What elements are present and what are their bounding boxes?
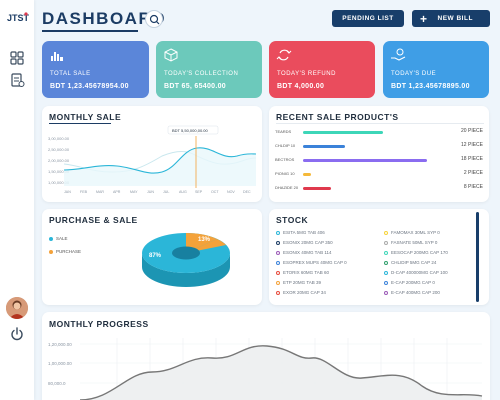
- product-qty: 8 PIECE: [463, 184, 483, 190]
- svg-text:1,00,000.00: 1,00,000.00: [48, 361, 72, 366]
- product-name: CHLDIP 10: [275, 143, 296, 148]
- purchase-sale-pie: 87% 13%: [142, 233, 230, 287]
- product-name: BECTROS: [275, 157, 295, 162]
- product-qty: 20 PIECE: [461, 128, 483, 134]
- product-bar: [303, 173, 311, 176]
- title-underline: [42, 30, 138, 32]
- stock-item: ESOPREX MUPS 40MG CAP 0: [276, 260, 347, 265]
- purchase-sale-panel: PURCHASE & SALE SALE PURCHASE 87% 13%: [42, 209, 262, 305]
- stock-item: CHLIDIP 5MG CAP 24: [384, 260, 436, 265]
- todays-collection-label: TODAY'S COLLECTION: [164, 71, 239, 77]
- svg-text:BDT 5,50,000,00.00: BDT 5,50,000,00.00: [172, 128, 209, 133]
- new-bill-label: NEW BILL: [437, 15, 473, 22]
- stock-item: EESOCAP 200MG CAP 170: [384, 250, 448, 255]
- svg-text:JUN: JUN: [147, 190, 154, 194]
- svg-text:SEP: SEP: [195, 190, 203, 194]
- recent-sale-panel: RECENT SALE PRODUCT'S TEARDS 20 PIECE CH…: [269, 106, 489, 202]
- power-icon[interactable]: [9, 326, 25, 342]
- product-qty: 2 PIECE: [463, 170, 483, 176]
- recent-sale-row: CHLDIP 10 12 PIECE: [275, 141, 483, 151]
- pending-list-button[interactable]: PENDING LIST: [332, 10, 404, 27]
- new-bill-button[interactable]: + NEW BILL: [412, 10, 490, 27]
- monthly-progress-panel: MONTHLY PROGRESS 1,20,000.00 1,00,000.00…: [42, 312, 490, 400]
- product-name: DHAZIDE 20: [275, 185, 299, 190]
- stock-title: STOCK: [276, 215, 309, 225]
- stock-item: E-CAP 200MG CAP 0: [384, 280, 435, 285]
- stock-item: ESONIX 40MG TAB 114: [276, 250, 332, 255]
- stock-item: ESONIX 20MG CAP 350: [276, 240, 333, 245]
- grid-icon[interactable]: [9, 50, 25, 66]
- todays-refund-label: TODAY'S REFUND: [277, 71, 336, 77]
- svg-text:13%: 13%: [198, 237, 211, 243]
- monthly-progress-chart: 1,20,000.00 1,00,000.00 80,000.0: [48, 338, 483, 400]
- pending-list-label: PENDING LIST: [342, 15, 394, 22]
- hand-money-icon: [391, 48, 406, 61]
- plus-icon: +: [420, 11, 428, 26]
- svg-text:MAR: MAR: [96, 190, 104, 194]
- svg-text:JUL: JUL: [163, 190, 169, 194]
- product-name: PIONIG 10: [275, 171, 295, 176]
- product-bar: [303, 187, 331, 190]
- svg-text:APR: APR: [113, 190, 121, 194]
- total-sale-card: TOTAL SALE BDT 1,23.45678954.00: [42, 41, 149, 98]
- stock-item: FAMOMAX 30ML SYP 0: [384, 230, 440, 235]
- total-sale-value: BDT 1,23.45678954.00: [50, 83, 129, 90]
- svg-text:87%: 87%: [149, 253, 162, 259]
- svg-text:DEC: DEC: [243, 190, 251, 194]
- todays-due-card: TODAY'S DUE BDT 1,23.45678895.00: [383, 41, 489, 98]
- todays-refund-value: BDT 4,000.00: [277, 83, 325, 90]
- stock-item: ETP 20MG TAB 39: [276, 280, 321, 285]
- jtst-logo[interactable]: JTST: [5, 8, 29, 28]
- stock-item: D-CAP 400000MG CAP 100: [384, 270, 448, 275]
- stock-item: ETORIX 60MG TAB 60: [276, 270, 329, 275]
- stock-item: E-CAP 400MG CAP 200: [384, 290, 440, 295]
- svg-text:80,000.0: 80,000.0: [48, 381, 66, 386]
- recent-sale-row: DHAZIDE 20 8 PIECE: [275, 183, 483, 193]
- todays-due-value: BDT 1,23.45678895.00: [391, 83, 470, 90]
- todays-collection-card: TODAY'S COLLECTION BDT 65, 65400.00: [156, 41, 262, 98]
- product-bar: [303, 145, 345, 148]
- svg-text:AUG: AUG: [179, 190, 187, 194]
- refresh-icon: [276, 49, 292, 61]
- monthly-sale-panel: MONTHLY SALE 3,00,000.00 2,50,000.00 2,0…: [42, 106, 262, 202]
- svg-text:JAN: JAN: [64, 190, 71, 194]
- recent-sale-row: PIONIG 10 2 PIECE: [275, 169, 483, 179]
- stock-item: FASNATE 50ML SYP 0: [384, 240, 437, 245]
- box-icon: [164, 48, 178, 62]
- todays-due-label: TODAY'S DUE: [391, 71, 437, 77]
- sidebar: JTST: [0, 0, 34, 400]
- stock-scrollbar[interactable]: [476, 212, 479, 302]
- receipt-icon[interactable]: [9, 72, 25, 88]
- svg-text:NOV: NOV: [227, 190, 235, 194]
- stock-item: ESITA 5MG TAB 406: [276, 230, 325, 235]
- recent-sale-title: RECENT SALE PRODUCT'S: [276, 112, 399, 122]
- product-bar: [303, 159, 427, 162]
- recent-sale-row: TEARDS 20 PIECE: [275, 127, 483, 137]
- recent-sale-divider: [276, 123, 484, 124]
- stock-item: EXOR 20MG CAP 34: [276, 290, 326, 295]
- todays-collection-value: BDT 65, 65400.00: [164, 83, 227, 90]
- svg-text:3,00,000.00: 3,00,000.00: [48, 136, 70, 141]
- product-name: TEARDS: [275, 129, 292, 134]
- stock-panel: STOCK ESITA 5MG TAB 406 ESONIX 20MG CAP …: [269, 209, 489, 305]
- svg-text:2,50,000.00: 2,50,000.00: [48, 147, 70, 152]
- svg-text:MAY: MAY: [130, 190, 138, 194]
- total-sale-label: TOTAL SALE: [50, 71, 91, 77]
- svg-text:2,00,000.00: 2,00,000.00: [48, 158, 70, 163]
- bar-chart-icon: [51, 52, 63, 61]
- product-qty: 18 PIECE: [461, 156, 483, 162]
- monthly-sale-chart: 3,00,000.00 2,50,000.00 2,00,000.00 1,50…: [48, 125, 257, 194]
- user-avatar[interactable]: [6, 297, 28, 319]
- recent-sale-row: BECTROS 18 PIECE: [275, 155, 483, 165]
- product-qty: 12 PIECE: [461, 142, 483, 148]
- search-icon: [149, 14, 160, 25]
- search-button[interactable]: [145, 10, 163, 28]
- todays-refund-card: TODAY'S REFUND BDT 4,000.00: [269, 41, 375, 98]
- product-bar: [303, 131, 383, 134]
- svg-text:1,20,000.00: 1,20,000.00: [48, 342, 72, 347]
- svg-text:OCT: OCT: [211, 190, 219, 194]
- svg-text:FEB: FEB: [80, 190, 88, 194]
